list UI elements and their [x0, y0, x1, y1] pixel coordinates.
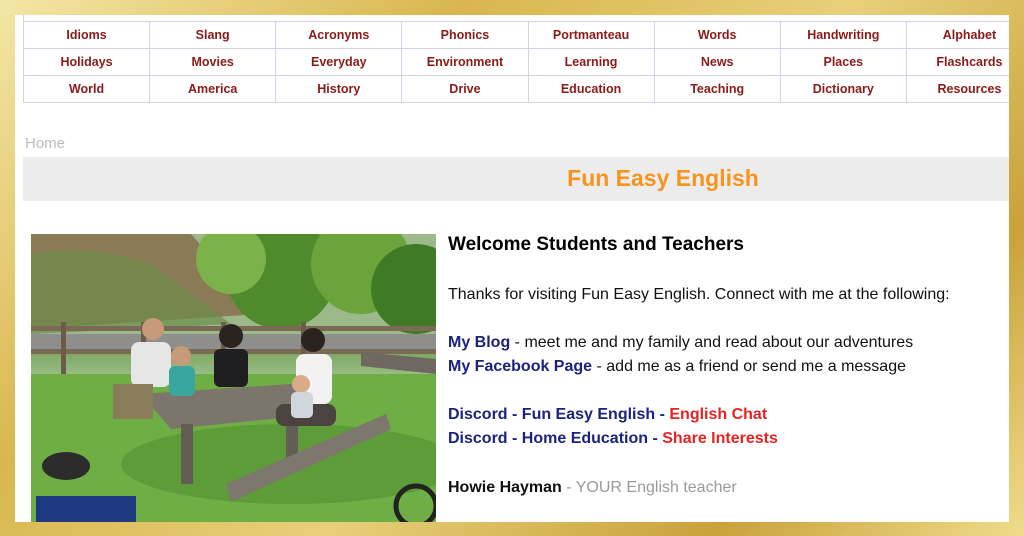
- author-name: Howie Hayman: [448, 479, 562, 496]
- nav-item-words[interactable]: Words: [653, 21, 781, 49]
- nav-item-dictionary[interactable]: Dictionary: [779, 75, 907, 103]
- discord-home-education-separator: -: [648, 430, 663, 447]
- nav-item-alphabet[interactable]: Alphabet: [905, 21, 1009, 49]
- share-interests-link[interactable]: Share Interests: [662, 430, 778, 447]
- family-photo: [31, 234, 436, 522]
- nav-item-america[interactable]: America: [149, 75, 277, 103]
- nav-item-learning[interactable]: Learning: [527, 48, 655, 76]
- author-line: Howie Hayman - YOUR English teacher: [448, 479, 737, 497]
- nav-item-drive[interactable]: Drive: [401, 75, 529, 103]
- discord-home-education-line: Discord - Home Education - Share Interes…: [448, 430, 778, 448]
- nav-item-acronyms[interactable]: Acronyms: [275, 21, 403, 49]
- nav-item-news[interactable]: News: [653, 48, 781, 76]
- english-chat-link[interactable]: English Chat: [669, 406, 767, 423]
- family-photo-illustration: [31, 234, 436, 522]
- nav-item-resources[interactable]: Resources: [905, 75, 1009, 103]
- blog-link[interactable]: My Blog: [448, 334, 510, 351]
- title-bar: Fun Easy English: [23, 157, 1009, 201]
- discord-english-line: Discord - Fun Easy English - English Cha…: [448, 406, 767, 424]
- blog-line: My Blog - meet me and my family and read…: [448, 334, 913, 352]
- facebook-description: - add me as a friend or send me a messag…: [592, 358, 906, 375]
- discord-english-separator: -: [655, 406, 670, 423]
- nav-row: Holidays Movies Everyday Environment Lea…: [22, 48, 1009, 76]
- nav-item-places[interactable]: Places: [779, 48, 907, 76]
- nav-item-slang[interactable]: Slang: [149, 21, 277, 49]
- nav-item-movies[interactable]: Movies: [149, 48, 277, 76]
- thanks-text: Thanks for visiting Fun Easy English. Co…: [448, 286, 950, 303]
- page-frame: Idioms Slang Acronyms Phonics Portmantea…: [15, 15, 1009, 522]
- nav-item-everyday[interactable]: Everyday: [275, 48, 403, 76]
- breadcrumb-home[interactable]: Home: [25, 135, 65, 152]
- nav-item-flashcards[interactable]: Flashcards: [905, 48, 1009, 76]
- nav-item-phonics[interactable]: Phonics: [401, 21, 529, 49]
- discord-english-label[interactable]: Discord - Fun Easy English: [448, 406, 655, 423]
- nav-item-history[interactable]: History: [275, 75, 403, 103]
- nav-row: World America History Drive Education Te…: [22, 75, 1009, 103]
- nav-item-holidays[interactable]: Holidays: [22, 48, 151, 76]
- discord-home-education-label[interactable]: Discord - Home Education: [448, 430, 648, 447]
- category-nav: Idioms Slang Acronyms Phonics Portmantea…: [22, 21, 1009, 103]
- nav-item-portmanteau[interactable]: Portmanteau: [527, 21, 655, 49]
- welcome-heading: Welcome Students and Teachers: [448, 234, 744, 255]
- nav-item-teaching[interactable]: Teaching: [653, 75, 781, 103]
- nav-item-education[interactable]: Education: [527, 75, 655, 103]
- nav-item-world[interactable]: World: [22, 75, 151, 103]
- nav-item-environment[interactable]: Environment: [401, 48, 529, 76]
- blog-description: - meet me and my family and read about o…: [510, 334, 914, 351]
- author-role: - YOUR English teacher: [561, 479, 737, 496]
- nav-row: Idioms Slang Acronyms Phonics Portmantea…: [22, 21, 1009, 49]
- nav-item-handwriting[interactable]: Handwriting: [779, 21, 907, 49]
- facebook-line: My Facebook Page - add me as a friend or…: [448, 358, 906, 376]
- facebook-link[interactable]: My Facebook Page: [448, 358, 592, 375]
- site-title: Fun Easy English: [567, 165, 759, 191]
- nav-item-idioms[interactable]: Idioms: [22, 21, 151, 49]
